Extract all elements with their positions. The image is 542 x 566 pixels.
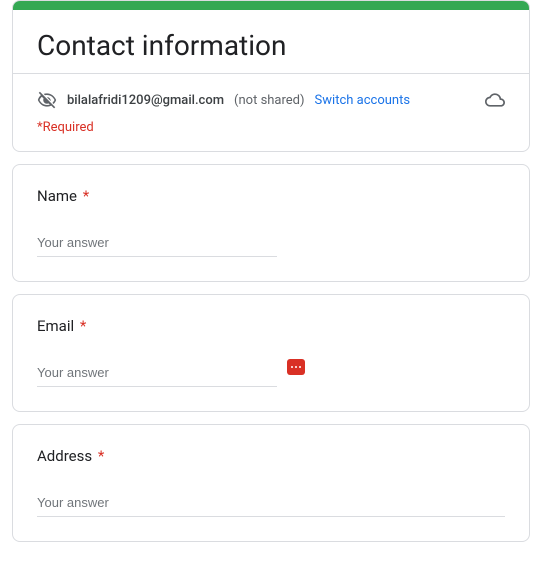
not-shared-text: (not shared) bbox=[234, 93, 305, 108]
account-email: bilalafridi1209@gmail.com bbox=[67, 93, 224, 108]
question-email: Email * bbox=[12, 294, 530, 412]
visibility-off-icon bbox=[37, 90, 57, 110]
question-address: Address * bbox=[12, 424, 530, 542]
form-header-card: Contact information bilalafridi1209@gmai… bbox=[12, 0, 530, 152]
cloud-icon bbox=[485, 90, 505, 110]
required-star: * bbox=[83, 187, 89, 205]
email-input[interactable] bbox=[37, 361, 277, 387]
email-label: Email * bbox=[37, 317, 505, 335]
required-indicator: *Required bbox=[13, 120, 529, 151]
address-label: Address * bbox=[37, 447, 505, 465]
required-star: * bbox=[80, 317, 86, 335]
account-row: bilalafridi1209@gmail.com (not shared) S… bbox=[13, 73, 529, 120]
accent-bar bbox=[12, 0, 530, 10]
required-star: * bbox=[98, 447, 104, 465]
address-input[interactable] bbox=[37, 491, 505, 517]
switch-accounts-link[interactable]: Switch accounts bbox=[315, 93, 411, 108]
name-label-text: Name bbox=[37, 187, 77, 205]
name-label: Name * bbox=[37, 187, 505, 205]
password-manager-icon[interactable] bbox=[287, 359, 305, 375]
email-label-text: Email bbox=[37, 317, 74, 335]
question-name: Name * bbox=[12, 164, 530, 282]
name-input[interactable] bbox=[37, 231, 277, 257]
form-title: Contact information bbox=[37, 28, 505, 73]
address-label-text: Address bbox=[37, 447, 92, 465]
